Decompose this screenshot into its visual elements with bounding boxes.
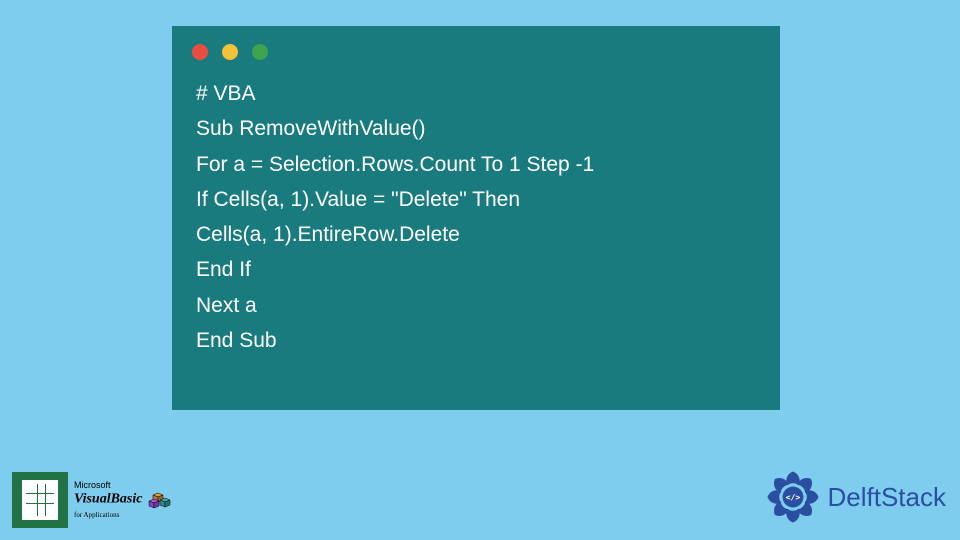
delftstack-logo-icon: </> xyxy=(764,468,822,526)
maximize-icon xyxy=(252,44,268,60)
vb-line2: VisualBasic xyxy=(74,492,142,507)
visual-basic-label: Microsoft VisualBasic xyxy=(74,480,173,520)
excel-icon xyxy=(12,472,68,528)
code-line: Next a xyxy=(196,288,756,323)
minimize-icon xyxy=(222,44,238,60)
svg-text:</>: </> xyxy=(785,492,800,502)
delftstack-badge: </> DelftStack xyxy=(764,468,947,526)
code-line: Sub RemoveWithValue() xyxy=(196,111,756,146)
excel-vba-badge: Microsoft VisualBasic xyxy=(12,472,173,528)
code-line: # VBA xyxy=(196,76,756,111)
code-line: End Sub xyxy=(196,323,756,358)
code-line: End If xyxy=(196,252,756,287)
code-line: Cells(a, 1).EntireRow.Delete xyxy=(196,217,756,252)
delftstack-label: DelftStack xyxy=(828,482,947,513)
code-line: If Cells(a, 1).Value = "Delete" Then xyxy=(196,182,756,217)
vb-line3: for Applications xyxy=(74,511,119,519)
code-line: For a = Selection.Rows.Count To 1 Step -… xyxy=(196,147,756,182)
close-icon xyxy=(192,44,208,60)
cubes-icon xyxy=(147,491,173,509)
vb-line1: Microsoft xyxy=(74,480,111,490)
code-lines: # VBA Sub RemoveWithValue() For a = Sele… xyxy=(196,76,756,358)
window-traffic-lights xyxy=(192,44,756,60)
code-block: # VBA Sub RemoveWithValue() For a = Sele… xyxy=(172,26,780,410)
